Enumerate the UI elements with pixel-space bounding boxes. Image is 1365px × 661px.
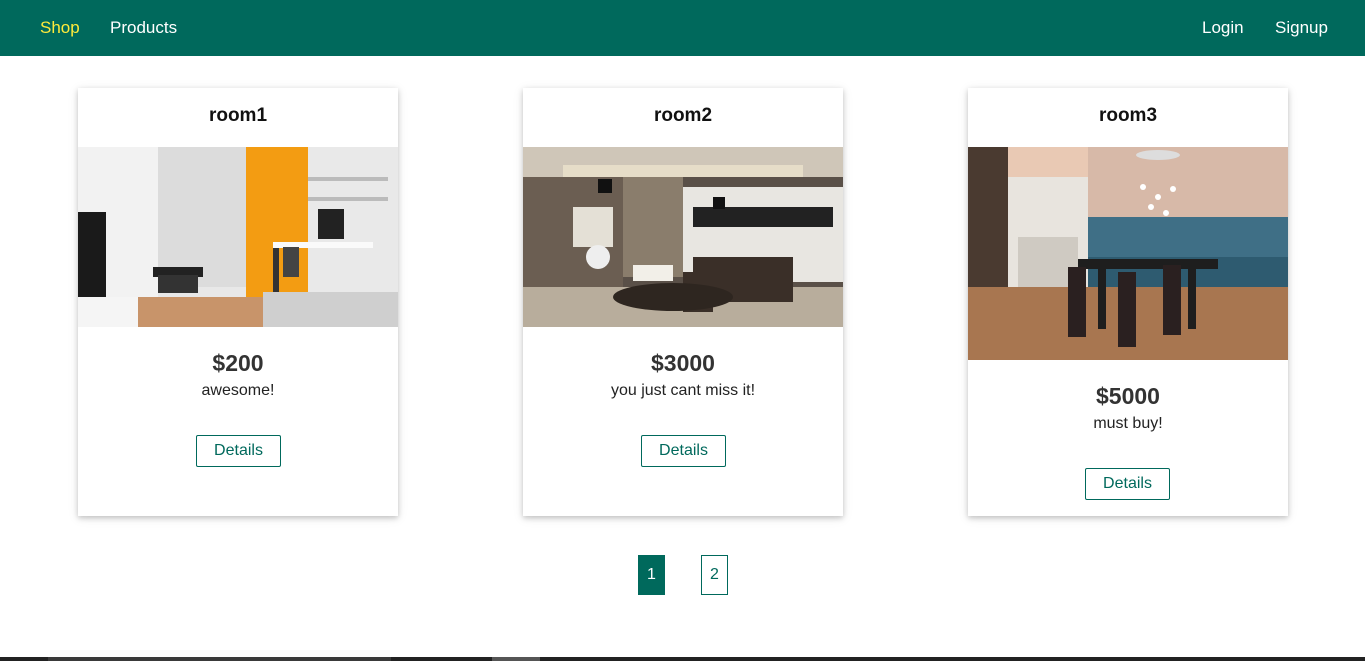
scrollbar-track-segment bbox=[48, 657, 391, 661]
details-button[interactable]: Details bbox=[196, 435, 281, 467]
card-price: $200 bbox=[212, 350, 264, 376]
nav-link-signup[interactable]: Signup bbox=[1275, 0, 1328, 56]
nav-link-login[interactable]: Login bbox=[1202, 0, 1244, 56]
product-card-room3: room3 $5000 must buy! Details bbox=[968, 88, 1288, 516]
card-title: room1 bbox=[208, 105, 268, 126]
top-navbar: Shop Products Login Signup bbox=[0, 0, 1365, 56]
card-description: must buy! bbox=[1093, 415, 1163, 432]
card-description: awesome! bbox=[201, 382, 275, 399]
details-button[interactable]: Details bbox=[641, 435, 726, 467]
page-button-1[interactable]: 1 bbox=[638, 555, 665, 595]
scrollbar-thumb[interactable] bbox=[492, 657, 540, 661]
card-title: room2 bbox=[653, 105, 713, 126]
room3-photo bbox=[968, 147, 1288, 360]
product-card-room1: room1 $200 awesome! Details bbox=[78, 88, 398, 516]
horizontal-scrollbar[interactable] bbox=[0, 657, 1365, 661]
card-description: you just cant miss it! bbox=[610, 382, 756, 399]
card-price: $3000 bbox=[651, 350, 715, 376]
nav-link-products[interactable]: Products bbox=[110, 0, 177, 56]
room1-photo bbox=[78, 147, 398, 327]
product-card-room2: room2 $3000 you just cant miss it! Detai… bbox=[523, 88, 843, 516]
card-price: $5000 bbox=[1096, 383, 1160, 409]
nav-link-shop[interactable]: Shop bbox=[40, 0, 80, 56]
details-button[interactable]: Details bbox=[1085, 468, 1170, 500]
page-button-2[interactable]: 2 bbox=[701, 555, 728, 595]
room2-photo bbox=[523, 147, 843, 327]
card-title: room3 bbox=[1098, 105, 1158, 126]
